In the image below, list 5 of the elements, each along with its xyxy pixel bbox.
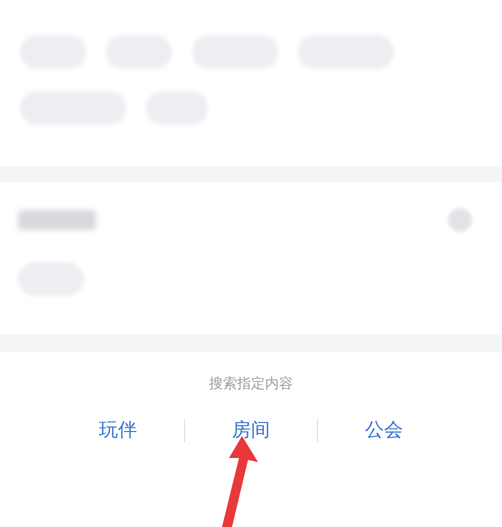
scope-tab[interactable]: 房间	[232, 419, 270, 442]
blurred-icon[interactable]	[448, 208, 472, 232]
scope-tab[interactable]: 公会	[365, 419, 403, 442]
scope-tab[interactable]: 玩伴	[99, 419, 137, 442]
scope-caption: 搜索指定内容	[209, 375, 293, 394]
